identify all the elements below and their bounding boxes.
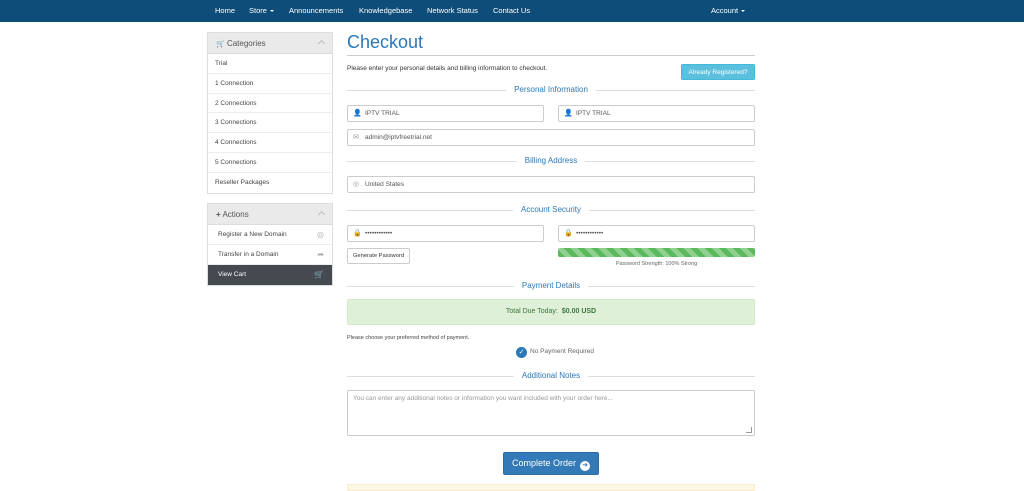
user-icon: 👤	[353, 110, 362, 117]
category-item-1-connection[interactable]: 1 Connection	[208, 74, 332, 94]
categories-panel: 🛒 Categories Trial 1 Connection 2 Connec…	[207, 32, 333, 194]
categories-title: Categories	[226, 39, 266, 48]
personal-info-heading: Personal Information	[347, 85, 755, 95]
section-title: Additional Notes	[513, 371, 589, 381]
page-title: Checkout	[347, 32, 424, 52]
nav-knowledgebase[interactable]: Knowledgebase	[359, 0, 412, 22]
last-name-field[interactable]: 👤 IPTV TRIAL	[558, 105, 755, 122]
notes-textarea[interactable]: You can enter any additional notes or in…	[347, 390, 755, 436]
actions-title: Actions	[222, 210, 249, 219]
complete-order-label: Complete Order	[511, 458, 577, 468]
payment-hint: Please choose your preferred method of p…	[347, 335, 470, 341]
top-navbar: Home Store Announcements Knowledgebase N…	[0, 0, 1024, 22]
caret-down-icon	[269, 10, 274, 13]
confirm-password-value: ••••••••••••	[576, 230, 604, 237]
nav-contact-us[interactable]: Contact Us	[493, 0, 530, 22]
action-transfer-domain[interactable]: Transfer in a Domain ➦	[208, 245, 332, 265]
password-strength-text: Password Strength: 100% Strong	[615, 261, 698, 267]
cart-icon: 🛒	[314, 270, 324, 279]
action-register-domain[interactable]: Register a New Domain ◎	[208, 225, 332, 245]
warning-alert	[347, 484, 755, 491]
intro-text: Please enter your personal details and b…	[347, 65, 548, 72]
complete-order-button[interactable]: Complete Order ➜	[503, 452, 599, 475]
generate-password-button[interactable]: Generate Password	[347, 248, 410, 264]
email-field[interactable]: ✉ admin@iptvfreetrial.net	[347, 129, 755, 146]
resize-handle-icon[interactable]	[746, 427, 752, 433]
section-title: Personal Information	[506, 85, 596, 95]
title-divider	[347, 55, 755, 56]
already-registered-button[interactable]: Already Registered?	[681, 64, 755, 80]
plus-icon: +	[216, 210, 221, 219]
action-label: Register a New Domain	[218, 231, 287, 238]
nav-store-label: Store	[249, 6, 267, 15]
lock-icon: 🔒	[564, 230, 573, 237]
category-item-3-connections[interactable]: 3 Connections	[208, 113, 332, 134]
lock-icon: 🔒	[353, 230, 362, 237]
confirm-password-field[interactable]: 🔒 ••••••••••••	[558, 225, 755, 242]
total-due-box: Total Due Today: $0.00 USD	[347, 299, 755, 325]
category-item-5-connections[interactable]: 5 Connections	[208, 153, 332, 173]
chevron-up-icon	[317, 39, 326, 48]
check-circle-icon[interactable]: ✓	[516, 347, 527, 358]
password-value: ••••••••••••	[365, 230, 393, 237]
category-item-2-connections[interactable]: 2 Connections	[208, 94, 332, 114]
notes-placeholder: You can enter any additional notes or in…	[353, 395, 613, 402]
account-security-heading: Account Security	[347, 205, 755, 215]
total-due-label: Total Due Today:	[505, 308, 558, 315]
categories-header[interactable]: 🛒 Categories	[208, 33, 332, 54]
additional-notes-heading: Additional Notes	[347, 371, 755, 381]
last-name-value: IPTV TRIAL	[576, 110, 611, 117]
nav-account-label: Account	[711, 6, 739, 15]
action-view-cart[interactable]: View Cart 🛒	[208, 265, 332, 285]
country-select[interactable]: ◎ United States	[347, 176, 755, 193]
country-value: United States	[365, 181, 405, 188]
chevron-up-icon	[317, 210, 326, 219]
section-title: Account Security	[512, 205, 590, 215]
first-name-value: IPTV TRIAL	[365, 110, 400, 117]
nav-announcements[interactable]: Announcements	[289, 0, 343, 22]
first-name-field[interactable]: 👤 IPTV TRIAL	[347, 105, 544, 122]
nav-account[interactable]: Account	[711, 0, 746, 22]
payment-option-label[interactable]: No Payment Required	[530, 348, 594, 355]
cart-icon: 🛒	[216, 41, 225, 48]
nav-home[interactable]: Home	[215, 0, 235, 22]
actions-panel: + Actions Register a New Domain ◎ Transf…	[207, 203, 333, 286]
payment-details-heading: Payment Details	[347, 281, 755, 291]
category-item-trial[interactable]: Trial	[208, 54, 332, 74]
password-field[interactable]: 🔒 ••••••••••••	[347, 225, 544, 242]
password-strength-bar	[558, 248, 755, 257]
action-label: Transfer in a Domain	[218, 251, 279, 258]
category-item-4-connections[interactable]: 4 Connections	[208, 133, 332, 153]
actions-header[interactable]: + Actions	[208, 204, 332, 225]
share-icon: ➦	[317, 250, 324, 259]
nav-network-status[interactable]: Network Status	[427, 0, 478, 22]
category-item-reseller-packages[interactable]: Reseller Packages	[208, 173, 332, 193]
section-title: Payment Details	[513, 281, 589, 291]
section-title: Billing Address	[516, 156, 586, 166]
caret-down-icon	[741, 10, 746, 13]
globe-icon: ◎	[353, 181, 360, 188]
arrow-right-circle-icon: ➜	[580, 461, 591, 471]
envelope-icon: ✉	[353, 134, 359, 141]
billing-address-heading: Billing Address	[347, 156, 755, 166]
user-icon: 👤	[564, 110, 573, 117]
nav-store[interactable]: Store	[249, 0, 274, 22]
email-value: admin@iptvfreetrial.net	[365, 134, 432, 141]
action-label: View Cart	[218, 271, 247, 278]
total-due-value: $0.00 USD	[561, 308, 597, 315]
globe-icon: ◎	[317, 230, 324, 239]
